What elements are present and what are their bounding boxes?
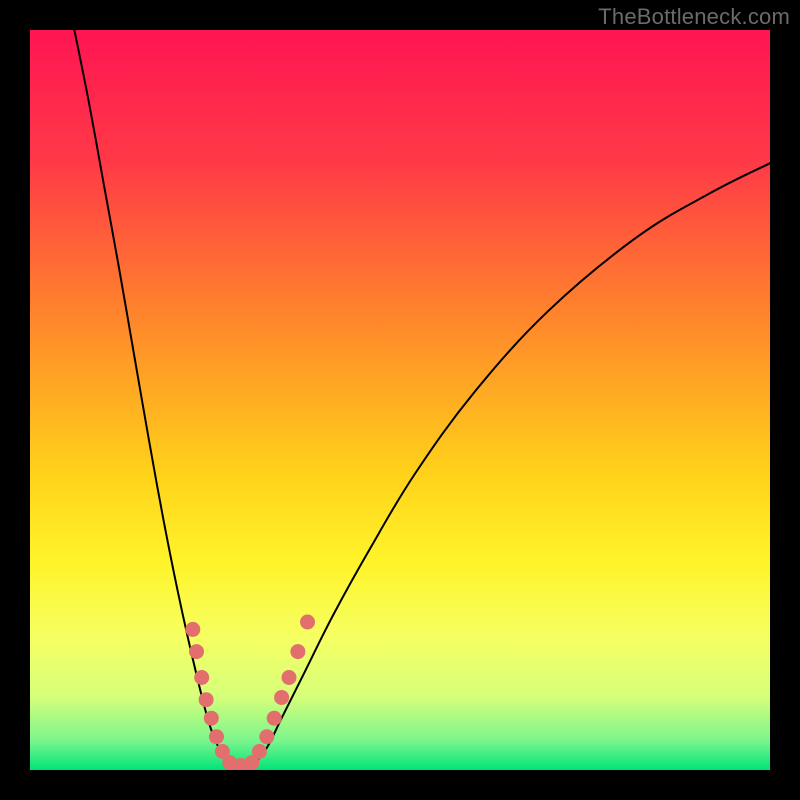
marker-dot <box>267 711 282 726</box>
marker-dot <box>252 744 267 759</box>
marker-dot <box>194 670 209 685</box>
marker-dot <box>204 711 219 726</box>
marker-dot <box>290 644 305 659</box>
chart-frame: TheBottleneck.com <box>0 0 800 800</box>
marker-dot <box>185 622 200 637</box>
watermark-text: TheBottleneck.com <box>598 4 790 30</box>
marker-dot <box>199 692 214 707</box>
marker-dot <box>300 615 315 630</box>
marker-dot <box>189 644 204 659</box>
chart-svg <box>30 30 770 770</box>
marker-dot <box>209 729 224 744</box>
marker-dot <box>259 729 274 744</box>
marker-dot <box>282 670 297 685</box>
plot-area <box>30 30 770 770</box>
marker-dot <box>274 690 289 705</box>
